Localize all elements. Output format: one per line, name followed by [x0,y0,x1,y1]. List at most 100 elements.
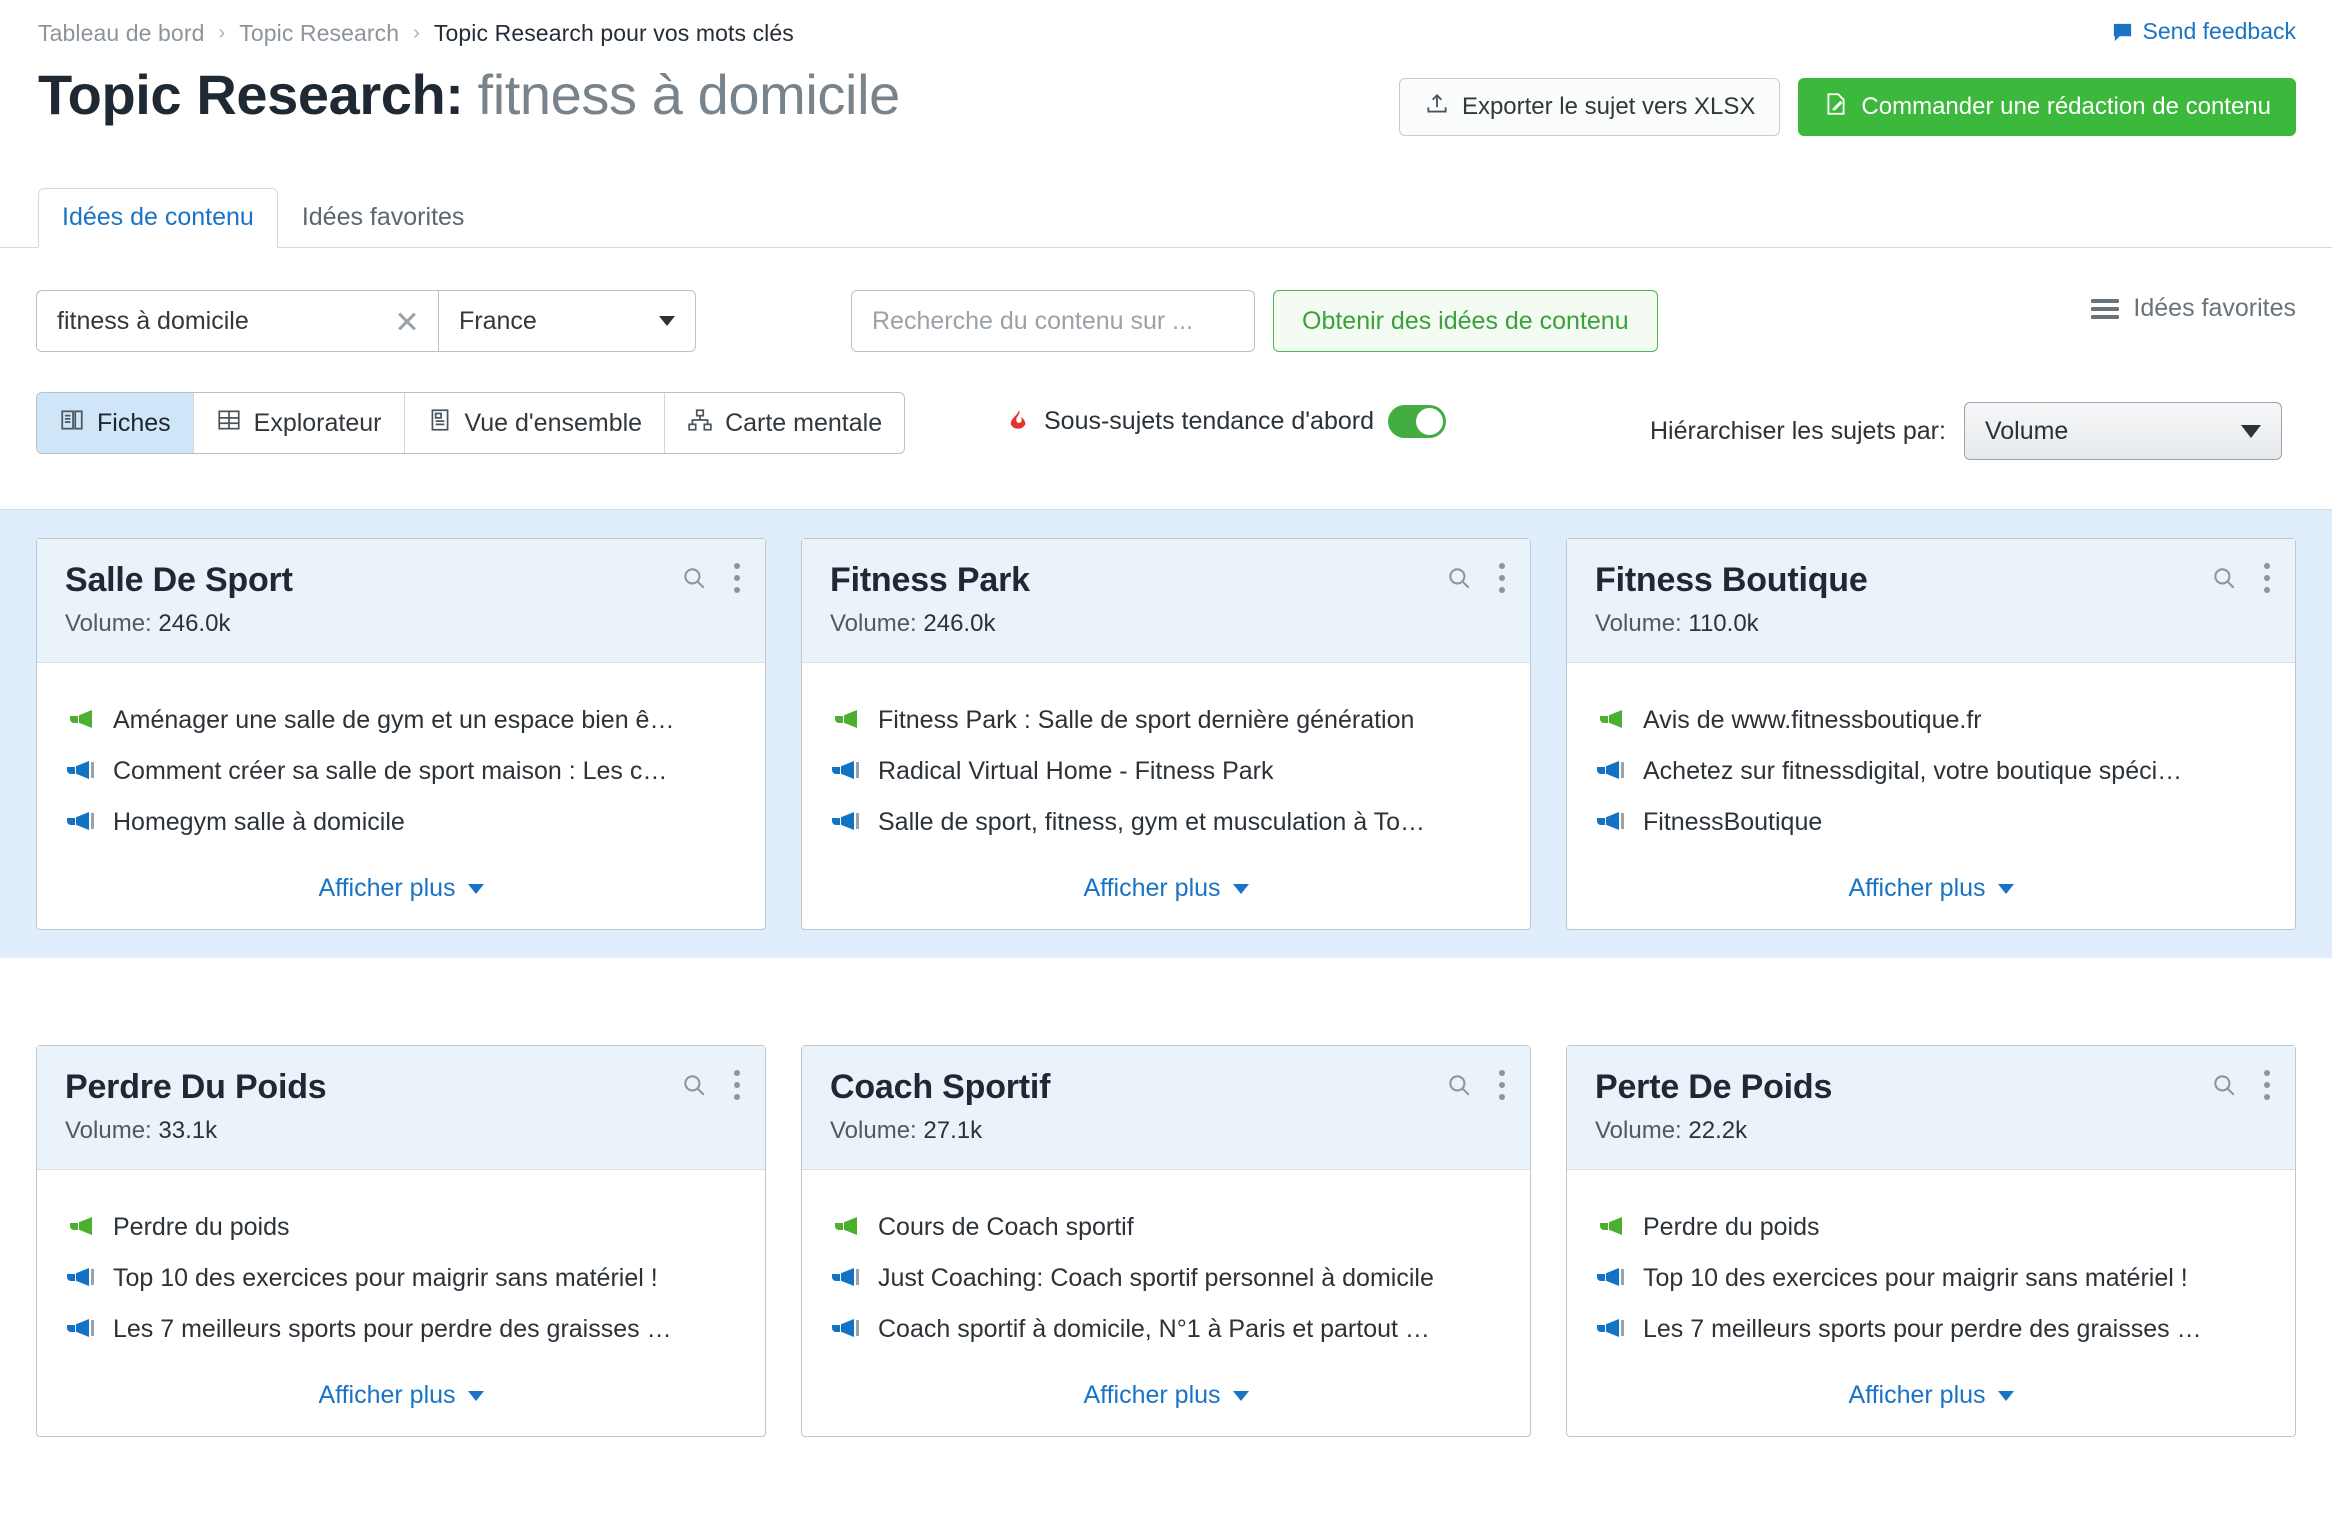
list-item[interactable]: Perdre du poids [1595,1202,2267,1253]
chevron-down-icon [467,1390,484,1401]
hierarchy-control: Hiérarchiser les sujets par: Volume [1650,402,2282,460]
hierarchy-select-value: Volume [1984,416,2069,445]
view-button-vue-densemble[interactable]: Vue d'ensemble [405,393,666,453]
idea-text: FitnessBoutique [1643,808,1823,836]
list-item[interactable]: Radical Virtual Home - Fitness Park [830,746,1502,797]
order-content-button[interactable]: Commander une rédaction de contenu [1798,78,2296,136]
topic-card[interactable]: Fitness Park Volume: 246.0k Fitness Park… [801,538,1531,930]
idea-text: Just Coaching: Coach sportif personnel à… [878,1264,1434,1292]
breadcrumb-item-dashboard[interactable]: Tableau de bord [38,20,204,47]
list-item[interactable]: FitnessBoutique [1595,797,2267,848]
chevron-down-icon [1997,883,2014,894]
view-button-label: Explorateur [253,408,382,437]
idea-text: Top 10 des exercices pour maigrir sans m… [1643,1264,2188,1292]
list-item[interactable]: Aménager une salle de gym et un espace b… [65,695,737,746]
favorite-ideas-label: Idées favorites [2133,294,2296,322]
tab-idees-favorites[interactable]: Idées favorites [278,188,489,247]
topic-card[interactable]: Fitness Boutique Volume: 110.0k Avis de … [1566,538,2296,930]
topic-card[interactable]: Salle De Sport Volume: 246.0k Aménager u… [36,538,766,930]
idea-text: Fitness Park : Salle de sport dernière g… [878,706,1415,734]
kebab-menu-icon[interactable] [733,563,741,593]
magnifier-icon[interactable] [2211,565,2237,591]
kebab-menu-icon[interactable] [2263,563,2271,593]
list-item[interactable]: Homegym salle à domicile [65,797,737,848]
kebab-menu-icon[interactable] [1498,563,1506,593]
topic-research-page: Tableau de bord › Topic Research › Topic… [0,0,2332,1516]
close-icon[interactable] [394,308,420,334]
speech-bubble-icon [2111,20,2134,43]
magnifier-icon[interactable] [681,565,707,591]
show-more-button[interactable]: Afficher plus [1567,1355,2295,1436]
list-item[interactable]: Comment créer sa salle de sport maison :… [65,746,737,797]
show-more-button[interactable]: Afficher plus [802,1355,1530,1436]
magnifier-icon[interactable] [681,1072,707,1098]
list-item[interactable]: Les 7 meilleurs sports pour perdre des g… [65,1304,737,1355]
tab-idees-de-contenu[interactable]: Idées de contenu [38,188,278,248]
kebab-menu-icon[interactable] [733,1070,741,1100]
keyword-input[interactable]: fitness à domicile [36,290,438,352]
idea-text: Comment créer sa salle de sport maison :… [113,757,668,785]
megaphone-blue-icon [1595,810,1625,836]
favorite-ideas-button[interactable]: Idées favorites [2091,294,2296,323]
kebab-menu-icon[interactable] [2263,1070,2271,1100]
domain-search-input[interactable]: Recherche du contenu sur ... [851,290,1255,352]
topic-card-volume: Volume: 33.1k [65,1117,737,1145]
megaphone-green-icon [1595,708,1625,734]
hierarchy-label: Hiérarchiser les sujets par: [1650,416,1946,445]
card-grid: Salle De Sport Volume: 246.0k Aménager u… [0,510,2332,958]
magnifier-icon[interactable] [1446,1072,1472,1098]
megaphone-blue-icon [830,1266,860,1292]
list-item[interactable]: Top 10 des exercices pour maigrir sans m… [1595,1253,2267,1304]
show-more-button[interactable]: Afficher plus [37,1355,765,1436]
country-select[interactable]: France [438,290,696,352]
volume-label: Volume: [65,1117,152,1144]
list-item[interactable]: Just Coaching: Coach sportif personnel à… [830,1253,1502,1304]
list-item[interactable]: Perdre du poids [65,1202,737,1253]
view-button-fiches[interactable]: Fiches [37,393,194,453]
idea-text: Homegym salle à domicile [113,808,405,836]
list-item[interactable]: Achetez sur fitnessdigital, votre boutiq… [1595,746,2267,797]
list-item[interactable]: Coach sportif à domicile, N°1 à Paris et… [830,1304,1502,1355]
idea-text: Salle de sport, fitness, gym et musculat… [878,808,1426,836]
idea-text: Perdre du poids [113,1213,290,1241]
export-xlsx-label: Exporter le sujet vers XLSX [1461,93,1756,120]
show-more-button[interactable]: Afficher plus [37,848,765,929]
volume-label: Volume: [1595,1117,1682,1144]
view-button-explorateur[interactable]: Explorateur [194,393,405,453]
export-xlsx-button[interactable]: Exporter le sujet vers XLSX [1398,78,1781,136]
list-item[interactable]: Fitness Park : Salle de sport dernière g… [830,695,1502,746]
list-item[interactable]: Salle de sport, fitness, gym et musculat… [830,797,1502,848]
hierarchy-select[interactable]: Volume [1963,402,2282,460]
breadcrumb: Tableau de bord › Topic Research › Topic… [38,20,794,47]
get-content-ideas-button[interactable]: Obtenir des idées de contenu [1273,290,1658,352]
topic-card-volume: Volume: 27.1k [830,1117,1502,1145]
show-more-button[interactable]: Afficher plus [802,848,1530,929]
view-button-carte-mentale[interactable]: Carte mentale [665,393,904,453]
list-item[interactable]: Avis de www.fitnessboutique.fr [1595,695,2267,746]
megaphone-green-icon [1595,1215,1625,1241]
trending-subtopics-toggle[interactable] [1388,405,1446,438]
breadcrumb-item-topic-research[interactable]: Topic Research [239,20,399,47]
kebab-menu-icon[interactable] [1498,1070,1506,1100]
page-title: Topic Research: fitness à domicile [38,62,900,127]
idea-text: Avis de www.fitnessboutique.fr [1643,706,1982,734]
breadcrumb-separator-icon: › [413,22,420,44]
send-feedback-button[interactable]: Send feedback [2111,18,2296,45]
megaphone-green-icon [65,708,95,734]
list-item[interactable]: Top 10 des exercices pour maigrir sans m… [65,1253,737,1304]
topic-card-title: Perdre Du Poids [65,1068,327,1106]
chevron-down-icon [2240,424,2261,438]
magnifier-icon[interactable] [1446,565,1472,591]
magnifier-icon[interactable] [2211,1072,2237,1098]
list-item[interactable]: Les 7 meilleurs sports pour perdre des g… [1595,1304,2267,1355]
topic-card-header: Perdre Du Poids Volume: 33.1k [37,1046,765,1170]
topic-card-ideas: Perdre du poids Top 10 des exercices pou… [37,1170,765,1355]
topic-card[interactable]: Perte De Poids Volume: 22.2k Perdre du p… [1566,1045,2296,1437]
show-more-button[interactable]: Afficher plus [1567,848,2295,929]
topic-card[interactable]: Coach Sportif Volume: 27.1k Cours de Coa… [801,1045,1531,1437]
keyword-input-value: fitness à domicile [57,306,249,335]
view-button-label: Fiches [97,408,171,437]
list-item[interactable]: Cours de Coach sportif [830,1202,1502,1253]
topic-card[interactable]: Perdre Du Poids Volume: 33.1k Perdre du … [36,1045,766,1437]
megaphone-blue-icon [65,810,95,836]
